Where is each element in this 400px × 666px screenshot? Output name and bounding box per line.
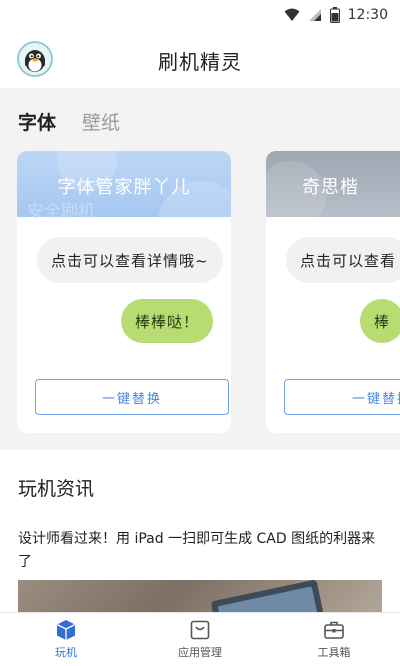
- nav-item-play[interactable]: 玩机: [26, 619, 106, 660]
- tab-fonts[interactable]: 字体: [18, 108, 56, 135]
- font-card[interactable]: 安全刷机 字体管家胖丫儿 点击可以查看详情哦~ 棒棒哒！ 一键替换: [17, 151, 231, 433]
- nav-item-app-management[interactable]: 应用管理: [160, 619, 240, 660]
- signal-icon: [308, 9, 321, 21]
- banner-watermark: 安全刷机: [27, 202, 95, 217]
- toolbox-icon: [324, 621, 344, 639]
- tab-wallpapers[interactable]: 壁纸: [82, 108, 120, 135]
- status-icons: 12:30: [284, 7, 388, 23]
- apply-font-button[interactable]: 一键替换: [35, 379, 229, 415]
- app-title: 刷机精灵: [158, 50, 242, 74]
- font-name: 字体管家胖丫儿: [57, 177, 191, 198]
- font-preview-banner: 奇思楷: [266, 151, 400, 217]
- nav-label: 工具箱: [317, 646, 351, 659]
- tablet-illustration: [210, 580, 326, 612]
- nav-label: 应用管理: [178, 646, 222, 659]
- status-bar: 12:30: [0, 0, 400, 32]
- bottom-nav: 玩机 应用管理 工具箱: [0, 612, 400, 666]
- news-item-title[interactable]: 设计师看过来！用 iPad 一扫即可生成 CAD 图纸的利器来了: [18, 528, 380, 574]
- app-header: 刷机精灵: [0, 32, 400, 88]
- preview-bubble-left: 点击可以查看: [286, 237, 400, 283]
- font-preview-banner: 安全刷机 字体管家胖丫儿: [17, 151, 231, 217]
- cube-icon: [56, 620, 76, 640]
- wifi-icon: [284, 8, 300, 21]
- font-name: 奇思楷: [302, 177, 359, 198]
- app-box-icon: [190, 620, 210, 640]
- apply-font-button[interactable]: 一键替换: [284, 379, 400, 415]
- nav-item-toolbox[interactable]: 工具箱: [294, 619, 374, 660]
- preview-bubble-right: 棒: [360, 299, 400, 343]
- battery-icon: [329, 7, 340, 23]
- category-tabs: 字体 壁纸: [18, 108, 120, 135]
- news-section: 玩机资讯 设计师看过来！用 iPad 一扫即可生成 CAD 图纸的利器来了: [0, 450, 400, 612]
- font-card[interactable]: 奇思楷 点击可以查看 棒 一键替换: [266, 151, 400, 433]
- main-content[interactable]: 字体 壁纸 安全刷机 字体管家胖丫儿 点击可以查看详情哦~ 棒棒哒！ 一键替换 …: [0, 88, 400, 612]
- news-heading: 玩机资讯: [18, 478, 95, 500]
- preview-bubble-left: 点击可以查看详情哦~: [37, 237, 223, 283]
- nav-label: 玩机: [55, 646, 77, 659]
- news-item-image[interactable]: [18, 580, 382, 612]
- preview-bubble-right: 棒棒哒！: [120, 299, 213, 343]
- status-time: 12:30: [347, 7, 388, 23]
